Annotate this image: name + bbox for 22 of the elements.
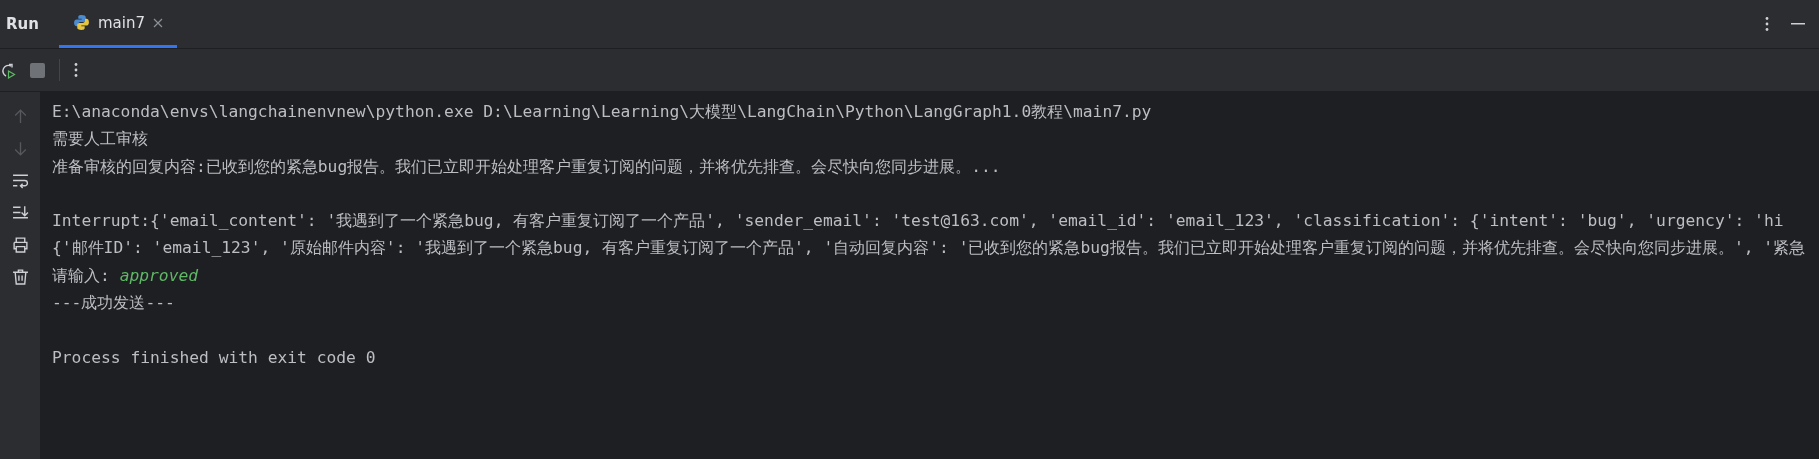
soft-wrap-icon[interactable]	[11, 172, 29, 189]
tool-window-title: Run	[5, 15, 40, 33]
delete-icon[interactable]	[11, 268, 29, 285]
scroll-to-end-icon[interactable]	[11, 204, 29, 221]
input-text: approved	[119, 265, 199, 285]
rerun-icon[interactable]	[0, 61, 16, 79]
stop-icon[interactable]	[30, 62, 45, 78]
console-line: 准备审核的回复内容:已收到您的紧急bug报告。我们已立即开始处理客户重复订阅的问题，并将优先排查。会尽快向您同步进展。...	[52, 155, 1002, 178]
more-options-icon[interactable]	[74, 62, 78, 78]
console-line: {'邮件ID': 'email_123', '原始邮件内容': '我遇到了一个紧急bug, 有客户重复订阅了一个产品', '自动回复内容': '已收到您的紧急bug报告。我们已立即开始处理客户重复订阅的问题，并将优先排查。会尽快向您同步进展。', '紧急	[52, 237, 1807, 260]
tab-label: main7	[97, 13, 145, 32]
more-options-icon[interactable]	[1765, 16, 1769, 32]
python-icon	[72, 14, 90, 31]
console-line: Process finished with exit code 0	[52, 346, 377, 369]
close-icon[interactable]	[152, 17, 163, 28]
print-icon[interactable]	[11, 236, 29, 253]
console-line: Interrupt:{'email_content': '我遇到了一个紧急bug, 有客户重复订阅了一个产品', 'sender_email': 'test@163.com', 'email_id': 'email_123', 'classification': {'intent': 'bug', 'urgency': 'hi	[52, 210, 1785, 233]
input-prompt: 请输入:	[52, 265, 110, 285]
minimize-icon[interactable]	[1791, 23, 1805, 25]
console-line: 需要人工审核	[52, 128, 149, 151]
console-line: ---成功发送---	[52, 292, 176, 315]
console-line: E:\anaconda\envs\langchainenvnew\python.exe D:\Learning\Learning\大模型\LangChain\Python\LangGraph1.0教程\main7.py	[52, 101, 1153, 123]
